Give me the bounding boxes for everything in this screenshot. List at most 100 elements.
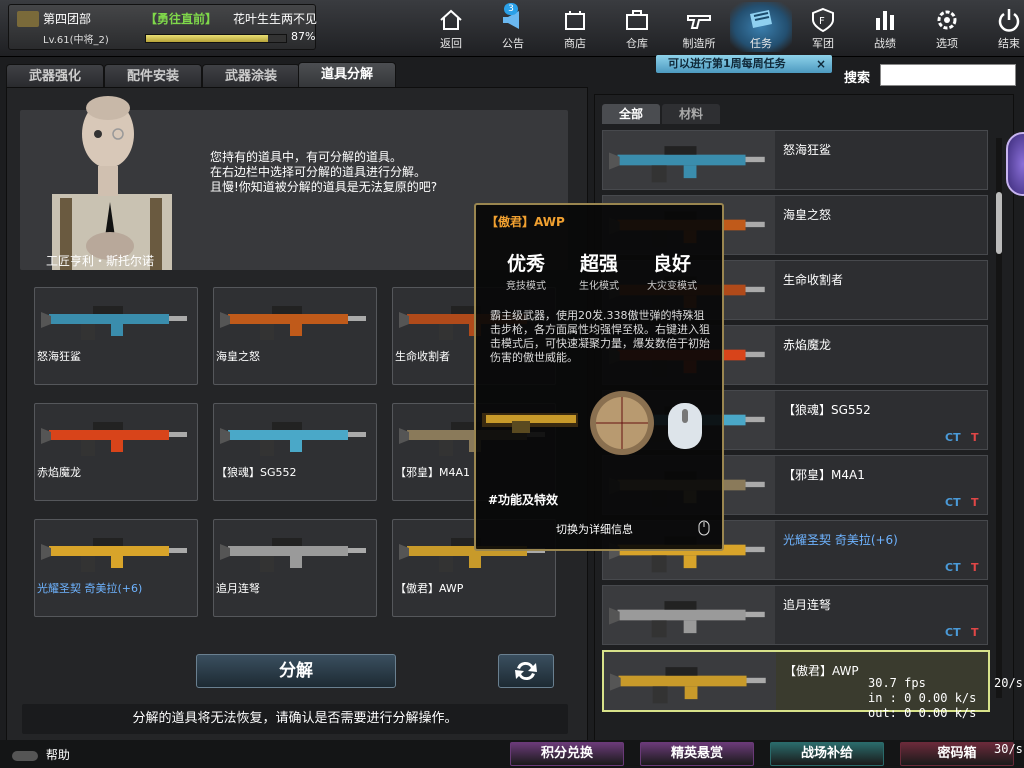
slot-item-name: 海皇之怒 (216, 350, 260, 363)
slot-item-name: 赤焰魔龙 (37, 466, 81, 479)
ct-tag: CT (945, 626, 961, 639)
decompose-slot[interactable]: 海皇之怒 (213, 287, 377, 385)
decompose-slot[interactable]: 怒海狂鲨 (34, 287, 198, 385)
debug-overlay: 30.7 fps in : 0 0.00 k/s out: 0 0.00 k/s (868, 676, 976, 721)
t-tag: T (971, 626, 979, 639)
weapon-image (610, 667, 766, 704)
nav-label: 仓库 (626, 37, 648, 50)
tab-all[interactable]: 全部 (602, 104, 660, 124)
nav-bar-chart[interactable]: 战绩 (854, 2, 916, 52)
stat-mode: 大灾变模式 (647, 281, 697, 292)
nav-label: 军团 (812, 37, 834, 50)
nav-label: 任务 (750, 37, 772, 50)
nav-shield[interactable]: F 军团 (792, 2, 854, 52)
tooltip-features-label: #功能及特效 (488, 493, 559, 507)
footer-button[interactable]: 精英悬赏 (640, 742, 754, 766)
item-name: 【傲君】AWP (784, 664, 859, 678)
decompose-slot[interactable]: 赤焰魔龙 (34, 403, 198, 501)
search-input[interactable] (880, 64, 1016, 86)
tab-materials[interactable]: 材料 (662, 104, 720, 124)
item-thumbnail (603, 131, 775, 189)
t-tag: T (971, 431, 979, 444)
decompose-slot[interactable]: 【狼魂】SG552 (213, 403, 377, 501)
help-button[interactable]: 帮助 (12, 746, 70, 763)
player-squad: 【勇往直前】 (145, 12, 218, 26)
player-unit: 第四团部 (43, 12, 92, 26)
nav-label: 结束 (998, 37, 1020, 50)
close-icon[interactable]: × (816, 55, 826, 73)
slot-item-name: 怒海狂鲨 (37, 350, 81, 363)
item-name: 【邪皇】M4A1 (783, 468, 865, 482)
decompose-button[interactable]: 分解 (196, 654, 396, 688)
shield-icon: F (812, 7, 834, 33)
decompose-slot[interactable]: 追月连弩 (213, 519, 377, 617)
quest-banner-text: 可以进行第1周每周任务 (668, 57, 786, 70)
xp-percent: 87% (291, 30, 316, 43)
help-label: 帮助 (45, 748, 70, 762)
item-name: 赤焰魔龙 (783, 338, 832, 352)
tab-weapon-enhance[interactable]: 武器强化 (6, 64, 104, 87)
svg-text:F: F (819, 16, 825, 27)
inventory-list-item[interactable]: 追月连弩 CT T (602, 585, 988, 645)
ct-tag: CT (945, 496, 961, 509)
nav-label: 返回 (440, 37, 462, 50)
footer-button[interactable]: 战场补给 (770, 742, 884, 766)
briefcase-icon (626, 10, 648, 30)
item-thumbnail (603, 586, 775, 644)
tooltip-stat-cataclysm: 良好 大灾变模式 (636, 249, 708, 292)
nav-house[interactable]: 返回 (420, 2, 482, 52)
weapon-image (41, 422, 187, 456)
decompose-slot[interactable]: 光耀圣契 奇美拉(+6) (34, 519, 198, 617)
slot-item-name: 追月连弩 (216, 582, 260, 595)
stat-mode: 竞技模式 (506, 281, 546, 292)
npc-line: 且慢!你知道被分解的道具是无法复原的吧? (210, 180, 438, 194)
gear-icon (937, 10, 957, 30)
debug-out: out: 0 0.00 k/s (868, 706, 977, 720)
side-orb-button[interactable] (1006, 132, 1024, 196)
slot-item-name: 光耀圣契 奇美拉(+6) (37, 582, 143, 595)
nav-label: 公告 (502, 37, 524, 50)
nav-label: 商店 (564, 37, 586, 50)
nav-label: 战绩 (874, 37, 896, 50)
npc-line: 在右边栏中选择可分解的道具进行分解。 (210, 165, 427, 179)
notice-badge: 3 (504, 3, 518, 15)
xp-bar (145, 34, 287, 43)
tab-decompose[interactable]: 道具分解 (298, 62, 396, 87)
debug-in: in : 0 0.00 k/s (868, 691, 977, 705)
tab-paint[interactable]: 武器涂装 (202, 64, 300, 87)
ct-tag: CT (945, 431, 961, 444)
item-name: 生命收割者 (783, 273, 844, 287)
tooltip-switch-detail[interactable]: 切换为详细信息 (556, 521, 633, 537)
nav-gear[interactable]: 选项 (916, 2, 978, 52)
refresh-icon (515, 661, 537, 681)
decompose-warning: 分解的道具将无法恢复，请确认是否需要进行分解操作。 (22, 704, 568, 734)
quest-banner[interactable]: 可以进行第1周每周任务 × (656, 55, 832, 73)
tooltip-title: 【傲君】AWP (486, 215, 565, 229)
tooltip-description: 霸主级武器，使用20发.338傲世弹的特殊狙击步枪，各方面属性均强悍至极。右键进… (490, 309, 710, 364)
item-name: 光耀圣契 奇美拉(+6) (783, 533, 898, 547)
stat-value: 超强 (579, 253, 618, 275)
nav-shop[interactable]: 商店 (544, 2, 606, 52)
ct-tag: CT (945, 561, 961, 574)
weapon-image (609, 146, 765, 183)
tab-attachment[interactable]: 配件安装 (104, 64, 202, 87)
scrollbar-thumb[interactable] (996, 192, 1002, 254)
stat-mode: 生化模式 (579, 281, 619, 292)
nav-power[interactable]: 结束 (978, 2, 1024, 52)
stat-value: 良好 (652, 253, 691, 275)
nav-briefcase[interactable]: 仓库 (606, 2, 668, 52)
weapon-image (41, 306, 187, 340)
nav-label: 制造所 (682, 37, 716, 50)
refresh-button[interactable] (498, 654, 554, 688)
inventory-list-item[interactable]: 怒海狂鲨 (602, 130, 988, 190)
nav-gun[interactable]: 制造所 (668, 2, 730, 52)
nav-mission[interactable]: 任务 (730, 2, 792, 52)
tooltip-stat-zombie: 超强 生化模式 (563, 249, 635, 292)
item-name: 【狼魂】SG552 (783, 403, 871, 417)
tooltip-stat-competitive: 优秀 竞技模式 (490, 249, 562, 292)
npc-portrait (22, 94, 192, 270)
weapon-image (41, 538, 187, 572)
npc-dialog: 您持有的道具中，有可分解的道具。 在右边栏中选择可分解的道具进行分解。 且慢!你… (210, 150, 437, 195)
bar-chart-icon (876, 11, 894, 30)
footer-button[interactable]: 积分兑换 (510, 742, 624, 766)
